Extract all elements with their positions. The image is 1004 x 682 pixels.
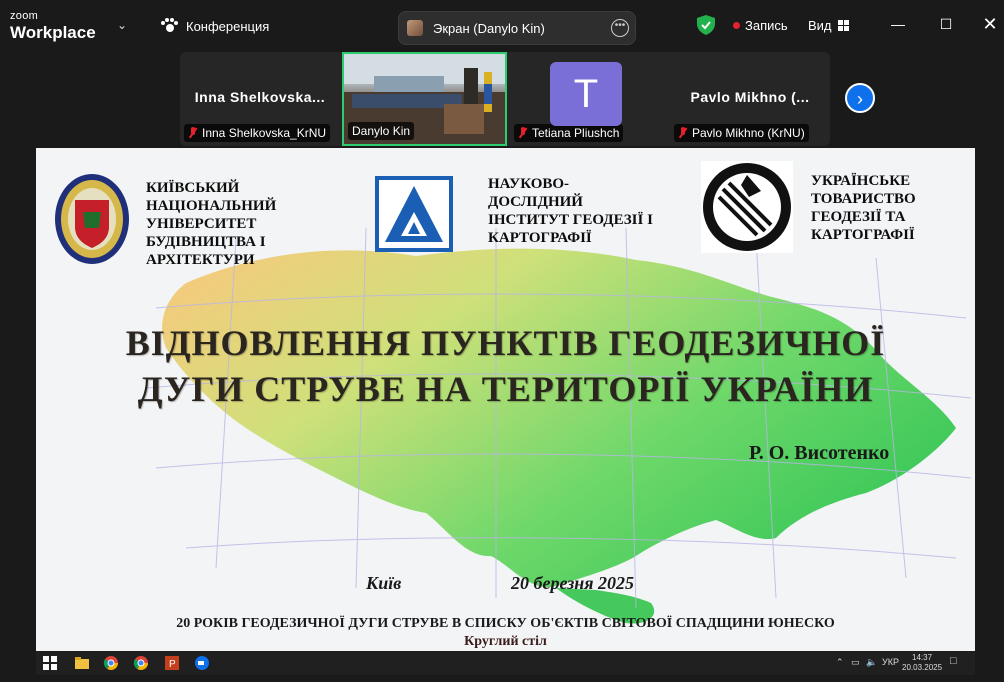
security-shield-icon[interactable] bbox=[697, 15, 715, 35]
university-emblem-logo bbox=[55, 174, 129, 264]
participant-tile[interactable]: Pavlo Mikhno (... Pavlo Mikhno (KrNU) bbox=[670, 52, 830, 146]
chrome-profile-icon[interactable] bbox=[133, 655, 149, 671]
minimize-icon[interactable]: — bbox=[888, 14, 908, 34]
more-options-icon[interactable]: ••• bbox=[611, 19, 629, 37]
participant-label: Pavlo Mikhno (KrNU) bbox=[674, 124, 809, 142]
notifications-icon[interactable]: □ bbox=[950, 655, 957, 667]
next-page-button[interactable]: › bbox=[845, 83, 875, 113]
volume-icon[interactable]: 🔈 bbox=[866, 657, 877, 668]
clock-time: 14:37 bbox=[912, 653, 933, 662]
presenter-avatar bbox=[407, 20, 423, 36]
record-label: Запись bbox=[745, 18, 788, 33]
paw-icon bbox=[160, 18, 178, 34]
org3-name: УКРАЇНСЬКЕ ТОВАРИСТВО ГЕОДЕЗІЇ ТА КАРТОГРАФ… bbox=[811, 173, 916, 243]
slide-date: 20 березня 2025 bbox=[511, 573, 635, 593]
participant-label: Inna Shelkovska_KrNU bbox=[184, 124, 331, 142]
participant-name: Tetiana Pliushch bbox=[532, 126, 620, 140]
brand-bottom-text: Workplace bbox=[10, 23, 96, 42]
zoom-logo: zoom Workplace bbox=[10, 10, 96, 42]
powerpoint-icon[interactable]: P bbox=[164, 655, 180, 671]
clock-date: 20.03.2025 bbox=[902, 663, 943, 672]
tray-chevron-up-icon[interactable]: ⌃ bbox=[836, 657, 844, 668]
participant-name: Danylo Kin bbox=[352, 124, 411, 138]
record-dot-icon bbox=[733, 22, 740, 29]
participant-name: Pavlo Mikhno (KrNU) bbox=[692, 126, 805, 140]
slide-author: Р. О. Висотенко bbox=[749, 442, 890, 464]
grid-icon bbox=[837, 20, 849, 31]
participant-label: Tetiana Pliushch bbox=[514, 124, 624, 142]
shared-screen-slide: КИЇВСЬКИЙ НАЦІОНАЛЬНИЙ УНІВЕРСИТЕТ БУДІВНИЦ… bbox=[36, 148, 975, 651]
slide-footer-roundtable: Круглий стіл bbox=[464, 634, 547, 649]
network-icon[interactable]: ▭ bbox=[851, 657, 860, 668]
zoom-app-icon[interactable] bbox=[194, 655, 210, 671]
record-status[interactable]: Запись bbox=[733, 18, 788, 33]
slide-title-line-2: ДУГИ СТРУВЕ НА ТЕРИТОРІЇ УКРАЇНИ bbox=[137, 369, 874, 409]
mic-muted-icon bbox=[188, 127, 198, 139]
geodetic-society-logo bbox=[701, 161, 793, 253]
language-indicator[interactable]: УКР bbox=[882, 657, 899, 667]
meeting-info-button[interactable]: Конференция bbox=[160, 18, 269, 34]
institute-logo bbox=[375, 176, 453, 252]
slide-city: Київ bbox=[366, 573, 402, 593]
screen-share-indicator[interactable]: Экран (Danylo Kin) ••• bbox=[398, 11, 636, 45]
close-icon[interactable]: ✕ bbox=[980, 14, 1000, 34]
slide-footer-event: 20 РОКІВ ГЕОДЕЗИЧНОЇ ДУГИ СТРУВЕ В СПИСК… bbox=[176, 616, 835, 631]
brand-top-text: zoom bbox=[10, 10, 39, 22]
chevron-down-icon[interactable]: ⌄ bbox=[117, 18, 127, 32]
maximize-icon[interactable]: ☐ bbox=[936, 14, 956, 34]
participant-display-name: Inna Shelkovska... bbox=[194, 89, 326, 105]
slide-title-line-1: ВІДНОВЛЕННЯ ПУНКТІВ ГЕОДЕЗИЧНОЇ bbox=[125, 323, 886, 363]
windows-start-icon[interactable] bbox=[42, 655, 58, 671]
participant-tile-active-video[interactable]: Danylo Kin bbox=[342, 52, 507, 146]
clock[interactable]: 14:37 20.03.2025 bbox=[902, 653, 942, 673]
participant-filmstrip: Inna Shelkovska... Inna Shelkovska_KrNU … bbox=[180, 52, 830, 146]
view-button[interactable]: Вид bbox=[808, 18, 849, 33]
participant-tile[interactable]: Inna Shelkovska... Inna Shelkovska_KrNU bbox=[180, 52, 340, 146]
participant-display-name: Pavlo Mikhno (... bbox=[690, 89, 810, 105]
mic-muted-icon bbox=[518, 127, 528, 139]
participant-avatar: T bbox=[550, 62, 622, 126]
chrome-icon[interactable] bbox=[103, 655, 119, 671]
mic-muted-icon bbox=[678, 127, 688, 139]
meeting-title: Конференция bbox=[186, 18, 270, 34]
participant-name: Inna Shelkovska_KrNU bbox=[202, 126, 327, 140]
view-label: Вид bbox=[808, 18, 832, 33]
org2-name: НАУКОВО- ДОСЛІДНИЙ ІНСТИТУТ ГЕОДЕЗІЇ І КАРТ… bbox=[488, 176, 653, 246]
windows-taskbar: P ⌃ ▭ 🔈 УКР 14:37 20.03.2025 □ bbox=[36, 651, 975, 675]
zoom-top-bar: zoom Workplace ⌄ Конференция Экран (Dany… bbox=[0, 0, 1004, 52]
svg-text:P: P bbox=[169, 659, 176, 670]
org1-name: КИЇВСЬКИЙ НАЦІОНАЛЬНИЙ УНІВЕРСИТЕТ БУДІВНИЦ… bbox=[146, 180, 277, 268]
file-explorer-icon[interactable] bbox=[74, 655, 90, 671]
screen-share-label: Экран (Danylo Kin) bbox=[433, 20, 545, 36]
participant-label: Danylo Kin bbox=[348, 122, 415, 140]
